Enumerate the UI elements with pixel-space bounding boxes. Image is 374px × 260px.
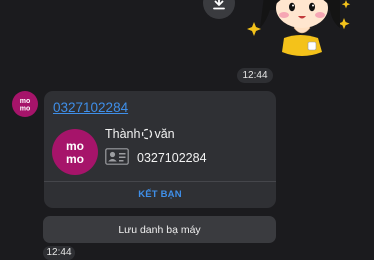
momo-logo-icon: mo mo <box>66 139 84 166</box>
sender-avatar[interactable]: mo mo <box>12 91 38 117</box>
download-button[interactable] <box>203 0 235 19</box>
download-icon <box>213 0 225 10</box>
svg-text:mo: mo <box>20 98 31 105</box>
loading-spinner-icon <box>142 128 153 140</box>
timestamp-bottom: 12:44 <box>43 246 75 260</box>
save-to-contacts-button[interactable]: Lưu danh bạ máy <box>43 216 276 243</box>
contact-card-message[interactable]: 0327102284 mo mo Thành văn 0327102284 KẾ… <box>44 91 276 208</box>
contact-name-part2: văn <box>154 127 175 141</box>
momo-logo-icon: mo mo <box>20 98 31 113</box>
svg-text:mo: mo <box>66 139 84 153</box>
phone-number-link[interactable]: 0327102284 <box>53 100 128 115</box>
contact-name-part1: Thành <box>105 127 141 141</box>
contact-card-icon <box>105 148 129 165</box>
svg-text:mo: mo <box>66 152 84 166</box>
contact-phone-number: 0327102284 <box>137 151 207 165</box>
contact-name: Thành văn <box>105 127 175 141</box>
contact-avatar[interactable]: mo mo <box>52 129 98 175</box>
girl-praying-sticker[interactable] <box>246 0 356 60</box>
svg-text:mo: mo <box>20 106 31 113</box>
timestamp-top: 12:44 <box>237 68 273 83</box>
add-friend-button[interactable]: KẾT BẠN <box>44 181 276 208</box>
